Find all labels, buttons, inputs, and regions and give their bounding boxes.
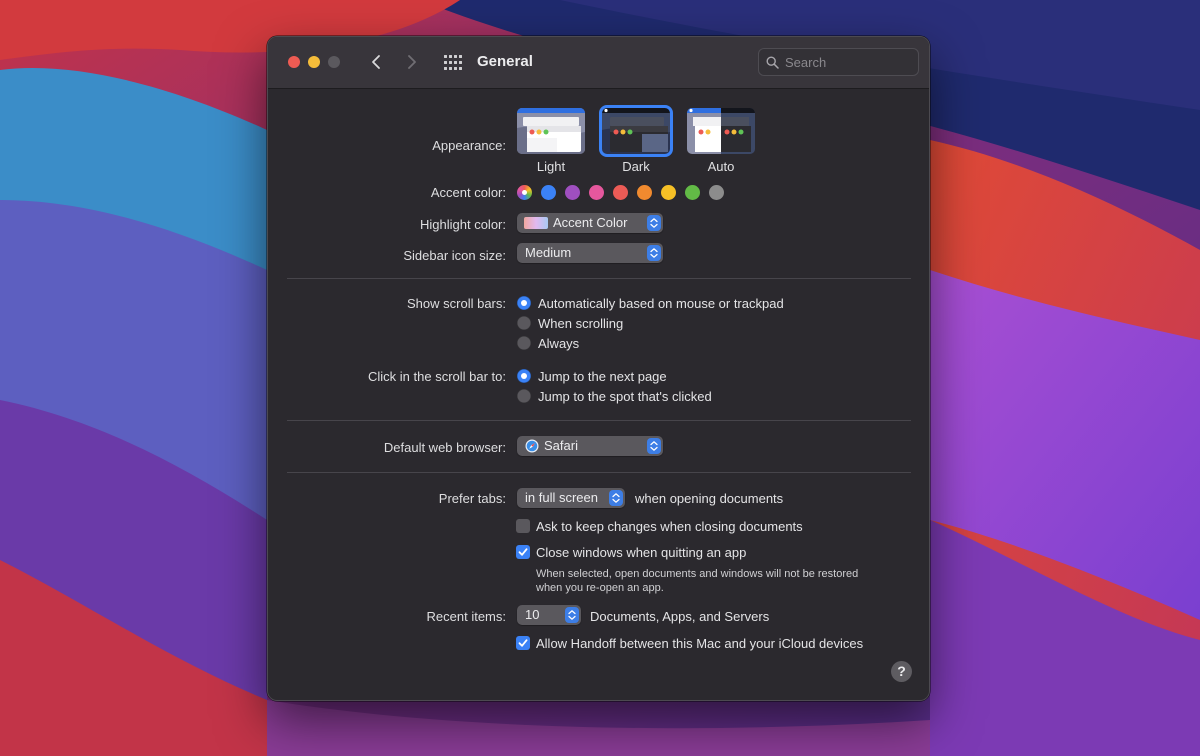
help-button[interactable]: ? bbox=[891, 661, 912, 682]
show-all-grid-icon[interactable] bbox=[443, 54, 463, 72]
click-spot-radio[interactable] bbox=[517, 389, 531, 403]
popup-stepper-icon bbox=[609, 490, 623, 506]
popup-stepper-icon bbox=[565, 607, 579, 623]
click-scroll-bar-label: Click in the scroll bar to: bbox=[368, 369, 506, 384]
appearance-auto-label: Auto bbox=[707, 159, 735, 174]
checkmark-icon bbox=[518, 639, 528, 647]
highlight-color-preview bbox=[524, 217, 548, 229]
section-divider bbox=[287, 420, 911, 421]
accent-swatch-blue[interactable] bbox=[541, 185, 556, 200]
scroll-bars-scrolling-label[interactable]: When scrolling bbox=[538, 316, 623, 331]
light-appearance-preview bbox=[517, 108, 585, 154]
prefer-tabs-popup[interactable]: in full screen bbox=[517, 488, 625, 508]
sidebar-icon-size-popup[interactable]: Medium bbox=[517, 243, 663, 263]
dark-appearance-preview bbox=[602, 108, 670, 154]
back-button[interactable] bbox=[366, 51, 388, 73]
sidebar-icon-size-label: Sidebar icon size: bbox=[403, 248, 506, 263]
appearance-auto-option[interactable] bbox=[687, 108, 755, 154]
accent-swatch-green[interactable] bbox=[685, 185, 700, 200]
close-windows-checkbox[interactable] bbox=[516, 545, 530, 559]
popup-stepper-icon bbox=[647, 438, 661, 454]
section-divider bbox=[287, 278, 911, 279]
window-title: General bbox=[477, 53, 533, 70]
appearance-light-label: Light bbox=[536, 159, 566, 174]
handoff-checkbox[interactable] bbox=[516, 636, 530, 650]
appearance-light-option[interactable] bbox=[517, 108, 585, 154]
search-field[interactable] bbox=[758, 48, 919, 76]
prefer-tabs-value: in full screen bbox=[525, 490, 598, 505]
checkmark-icon bbox=[518, 548, 528, 556]
highlight-color-popup[interactable]: Accent Color bbox=[517, 213, 663, 233]
close-windows-note-line2: when you re-open an app. bbox=[536, 582, 664, 594]
accent-swatch-graphite[interactable] bbox=[709, 185, 724, 200]
close-window-button[interactable] bbox=[288, 56, 300, 68]
appearance-dark-option[interactable] bbox=[599, 105, 673, 157]
click-next-page-radio[interactable] bbox=[517, 369, 531, 383]
click-next-page-label[interactable]: Jump to the next page bbox=[538, 369, 667, 384]
default-browser-label: Default web browser: bbox=[383, 440, 506, 455]
default-browser-value: Safari bbox=[544, 438, 578, 453]
accent-color-label: Accent color: bbox=[430, 185, 506, 200]
safari-icon bbox=[525, 439, 539, 453]
scroll-bars-always-label[interactable]: Always bbox=[538, 336, 579, 351]
recent-items-value: 10 bbox=[525, 607, 540, 622]
recent-items-suffix: Documents, Apps, and Servers bbox=[590, 609, 770, 624]
title-bar: General bbox=[268, 37, 929, 89]
accent-swatch-red[interactable] bbox=[613, 185, 628, 200]
show-scroll-bars-label: Show scroll bars: bbox=[407, 296, 506, 311]
ask-keep-changes-label[interactable]: Ask to keep changes when closing documen… bbox=[536, 519, 803, 534]
appearance-dark-label: Dark bbox=[622, 159, 650, 174]
popup-stepper-icon bbox=[647, 245, 661, 261]
zoom-window-button[interactable] bbox=[328, 56, 340, 68]
close-windows-note-line1: When selected, open documents and window… bbox=[536, 568, 859, 580]
default-browser-popup[interactable]: Safari bbox=[517, 436, 663, 456]
accent-swatch-purple[interactable] bbox=[565, 185, 580, 200]
accent-swatch-multicolor[interactable] bbox=[517, 185, 532, 200]
scroll-bars-auto-label[interactable]: Automatically based on mouse or trackpad bbox=[538, 296, 784, 311]
forward-button[interactable] bbox=[400, 51, 422, 73]
appearance-label: Appearance: bbox=[432, 138, 506, 153]
click-spot-label[interactable]: Jump to the spot that's clicked bbox=[538, 389, 712, 404]
close-windows-label[interactable]: Close windows when quitting an app bbox=[536, 545, 746, 560]
scroll-bars-scrolling-radio[interactable] bbox=[517, 316, 531, 330]
section-divider bbox=[287, 472, 911, 473]
prefer-tabs-suffix: when opening documents bbox=[635, 491, 784, 506]
accent-swatch-orange[interactable] bbox=[637, 185, 652, 200]
search-input[interactable] bbox=[785, 53, 915, 71]
chevron-right-icon bbox=[408, 55, 416, 69]
popup-stepper-icon bbox=[647, 215, 661, 231]
recent-items-popup[interactable]: 10 bbox=[517, 605, 581, 625]
sidebar-icon-size-value: Medium bbox=[525, 245, 572, 260]
scroll-bars-always-radio[interactable] bbox=[517, 336, 531, 350]
handoff-label[interactable]: Allow Handoff between this Mac and your … bbox=[536, 636, 863, 651]
recent-items-label: Recent items: bbox=[426, 609, 506, 624]
auto-appearance-preview bbox=[687, 108, 755, 154]
minimize-window-button[interactable] bbox=[308, 56, 320, 68]
chevron-left-icon bbox=[372, 55, 380, 69]
highlight-color-value: Accent Color bbox=[553, 215, 628, 230]
scroll-bars-auto-radio[interactable] bbox=[517, 296, 531, 310]
highlight-color-label: Highlight color: bbox=[420, 217, 506, 232]
ask-keep-changes-checkbox[interactable] bbox=[516, 519, 530, 533]
accent-swatch-pink[interactable] bbox=[589, 185, 604, 200]
search-icon bbox=[766, 56, 779, 69]
preferences-window: General Appearance: bbox=[267, 36, 930, 701]
accent-swatch-yellow[interactable] bbox=[661, 185, 676, 200]
prefer-tabs-label: Prefer tabs: bbox=[438, 491, 506, 506]
